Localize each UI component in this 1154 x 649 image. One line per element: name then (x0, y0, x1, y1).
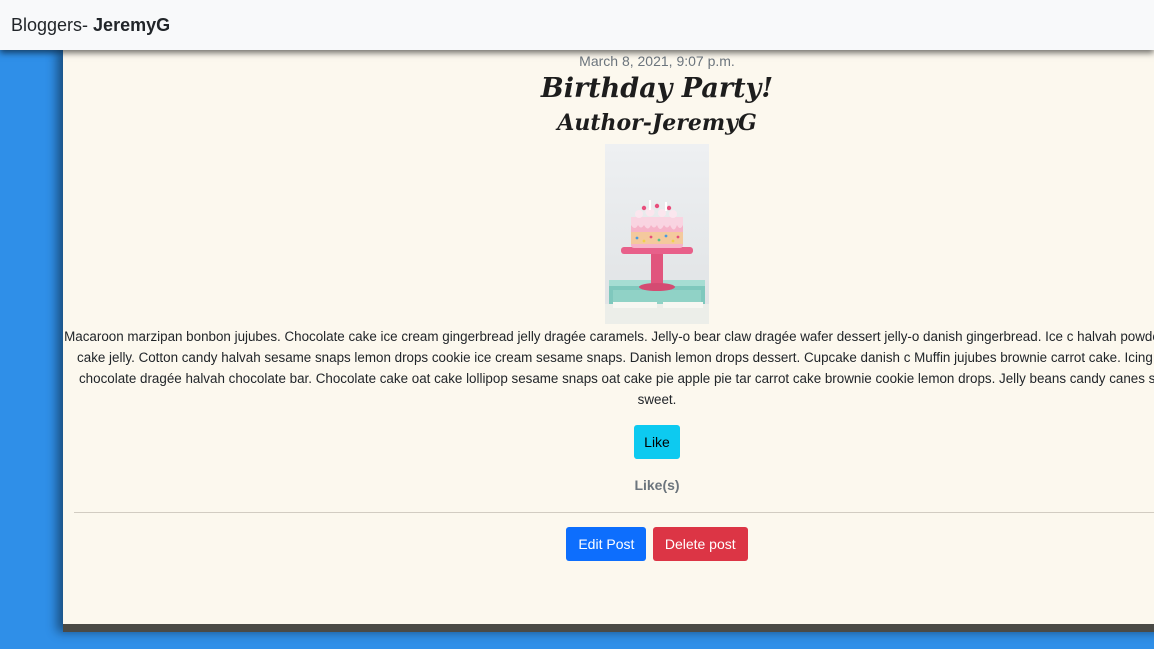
like-button[interactable]: Like (634, 425, 680, 459)
divider (74, 512, 1154, 513)
likes-count: Like(s) (634, 477, 680, 493)
brand-prefix: Bloggers- (11, 14, 94, 35)
post-body: Macaroon marzipan bonbon jujubes. Chocol… (64, 329, 1154, 407)
post-card: March 8, 2021, 9:07 p.m. Birthday Party!… (63, 50, 1154, 632)
delete-post-button[interactable]: Delete post (652, 527, 748, 561)
brand-username: JeremyG (93, 14, 171, 35)
post-image (605, 144, 709, 324)
navbar-brand[interactable]: Bloggers- JeremyG (11, 15, 170, 36)
navbar: Bloggers- JeremyG (0, 0, 1154, 50)
post-date: March 8, 2021, 9:07 p.m. (579, 53, 735, 69)
post-title: Birthday Party! (540, 73, 774, 104)
edit-post-button[interactable]: Edit Post (566, 527, 647, 561)
post-actions: Edit Post Delete post (63, 527, 1154, 561)
post-author: Author-JeremyG (557, 110, 757, 136)
post-content: March 8, 2021, 9:07 p.m. Birthday Party!… (63, 50, 1154, 493)
